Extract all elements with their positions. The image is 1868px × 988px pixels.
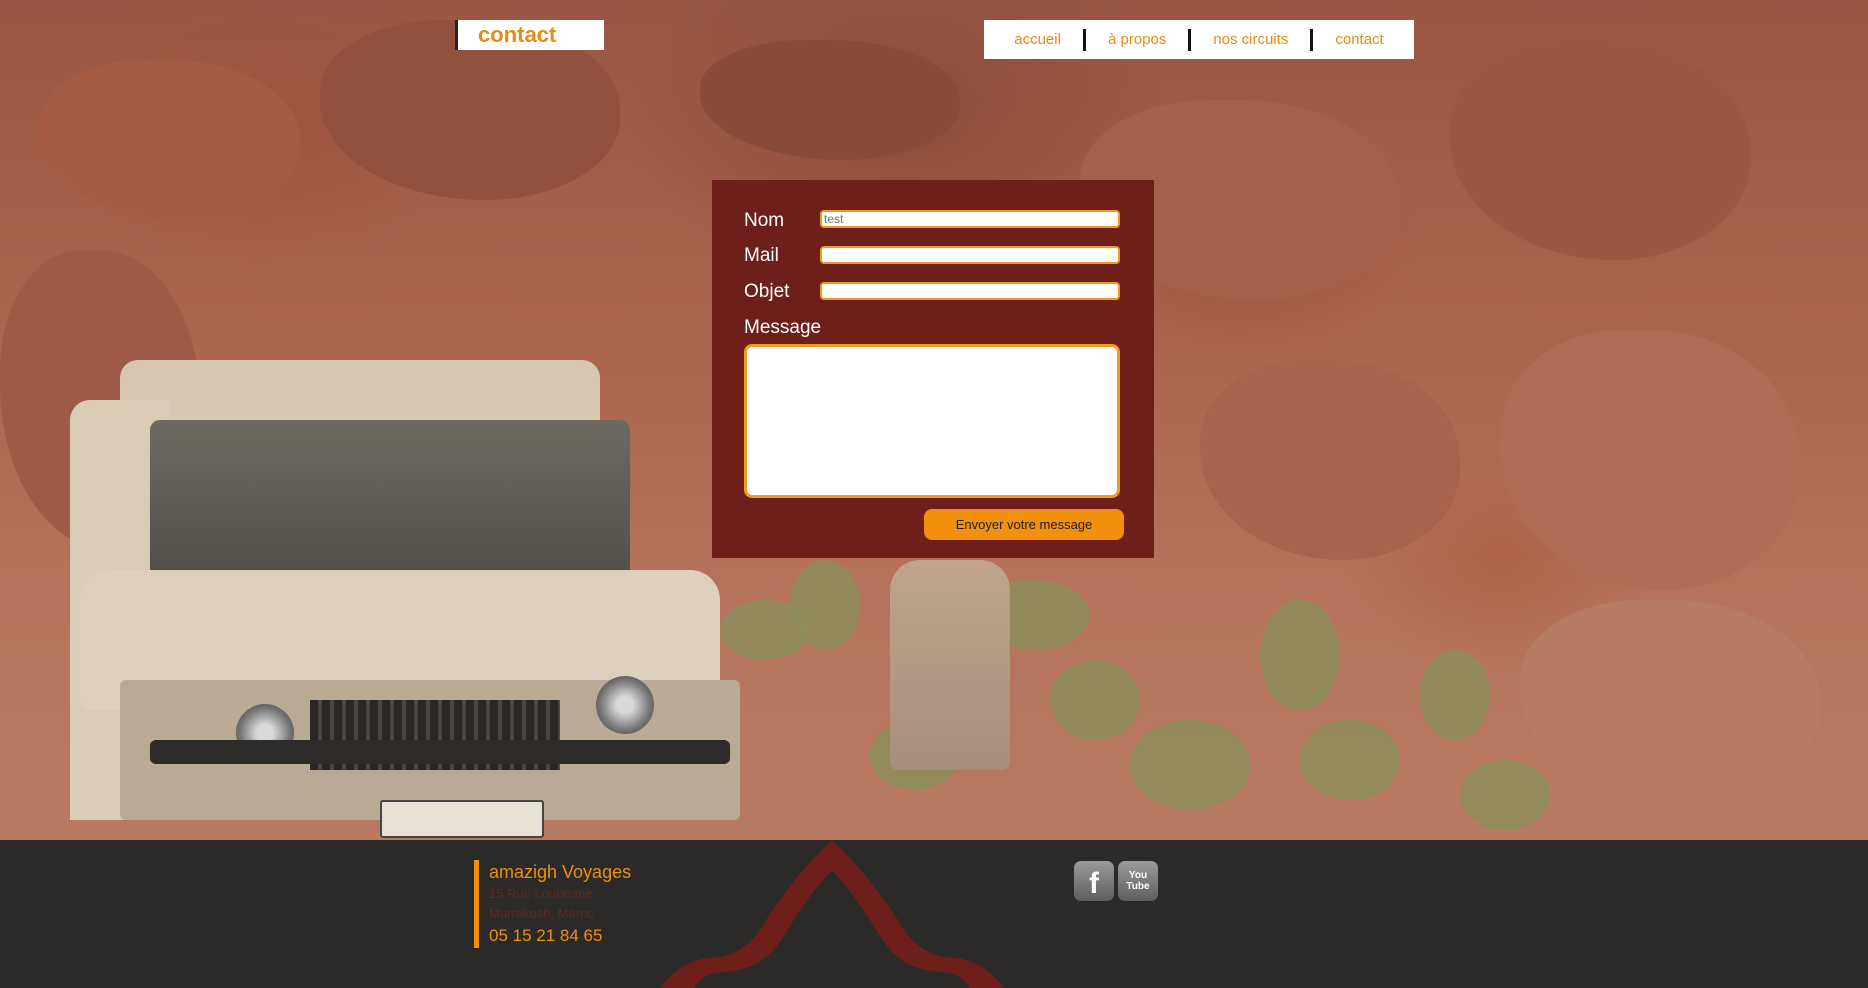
youtube-glyph-bottom: Tube <box>1126 881 1150 892</box>
mail-label: Mail <box>744 245 779 266</box>
nav-item-accueil[interactable]: accueil <box>992 29 1083 51</box>
nav-item-a-propos[interactable]: à propos <box>1086 29 1188 51</box>
contact-form: Nom Mail Objet Message Envoyer votre mes… <box>712 180 1154 558</box>
mail-field[interactable] <box>820 246 1120 264</box>
footer: amazigh Voyages 15 Rue Loubnane Marrakes… <box>0 840 1868 988</box>
youtube-glyph-top: You <box>1128 870 1148 881</box>
send-message-button[interactable]: Envoyer votre message <box>924 509 1124 540</box>
name-field[interactable] <box>820 210 1120 228</box>
page-title: contact <box>478 22 557 47</box>
facebook-glyph: f <box>1089 867 1099 900</box>
message-field[interactable] <box>744 344 1120 498</box>
footer-accent-bar <box>474 860 479 948</box>
nav-item-contact[interactable]: contact <box>1313 29 1405 51</box>
phone-number: 05 15 21 84 65 <box>489 926 603 945</box>
address-line: 15 Rue Loubnane <box>489 886 593 901</box>
address-city: Marrakesh, Maroc <box>489 906 594 921</box>
person-figure <box>890 560 1010 770</box>
name-label: Nom <box>744 210 785 231</box>
tent-logo-decoration <box>660 840 1004 988</box>
subject-label: Objet <box>744 281 790 302</box>
message-label: Message <box>744 317 822 338</box>
main-nav: accueil à propos nos circuits contact <box>984 20 1414 59</box>
subject-field[interactable] <box>820 282 1120 300</box>
nav-item-nos-circuits[interactable]: nos circuits <box>1191 29 1310 51</box>
youtube-icon[interactable]: You Tube <box>1118 861 1158 901</box>
facebook-icon[interactable]: f <box>1074 861 1114 901</box>
page-title-box: contact <box>455 20 604 50</box>
company-name: amazigh Voyages <box>489 862 632 882</box>
